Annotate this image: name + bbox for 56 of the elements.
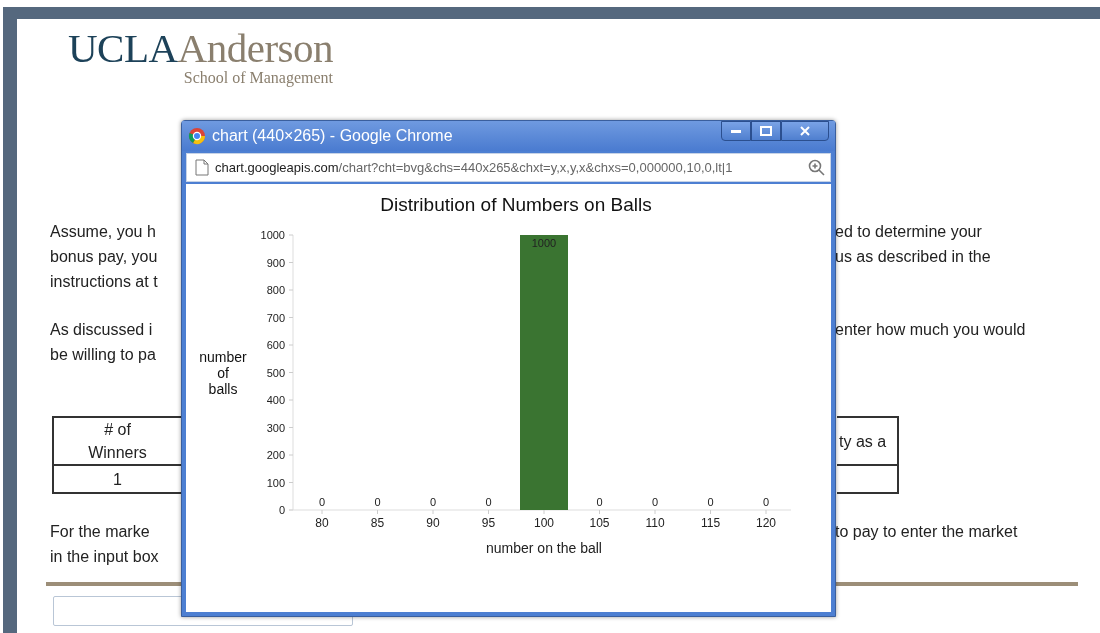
page-icon [195, 159, 209, 177]
paragraph-text: to pay to enter the market [835, 522, 1019, 541]
y-tick-label: 0 [278, 504, 285, 516]
zoom-icon[interactable] [808, 158, 826, 177]
y-tick-label: 500 [266, 366, 285, 379]
data-label: 0 [596, 496, 603, 508]
paragraph-text: Assume, you h [50, 222, 157, 241]
x-tick-label: 100 [534, 516, 554, 530]
x-tick-label: 115 [700, 516, 721, 530]
x-tick-label: 105 [589, 516, 610, 530]
chart-title: Distribution of Numbers on Balls [380, 194, 652, 215]
data-label: 0 [374, 496, 381, 508]
y-tick-label: 900 [266, 256, 285, 269]
y-tick-label: 400 [266, 394, 285, 406]
y-tick-label: 700 [266, 311, 285, 324]
close-button[interactable] [781, 121, 829, 141]
browser-logo-icon [188, 127, 206, 146]
data-label: 0 [485, 496, 492, 508]
y-tick-label: 200 [266, 449, 285, 461]
y-tick-label: 600 [266, 339, 285, 351]
y-tick-label: 1000 [260, 229, 285, 241]
y-tick-label: 300 [266, 421, 285, 434]
data-label: 0 [707, 496, 714, 508]
url-text: chart.googleapis.com/chart?cht=bvg&chs=440x265&chxt=y,x,y,x&chxs=0,000000,10,0,lt|1 [215, 160, 734, 176]
data-label: 0 [318, 496, 326, 508]
paragraph-text: As discussed i [50, 320, 154, 339]
y-tick-label: 100 [266, 476, 285, 489]
data-label: 1000 [531, 237, 557, 249]
minimize-icon [731, 129, 741, 133]
minimize-button[interactable] [721, 121, 751, 141]
x-tick-label: 90 [426, 516, 440, 530]
x-tick-label: 110 [645, 516, 665, 530]
address-bar[interactable]: chart.googleapis.com/chart?cht=bvg&chs=440x265&chxt=y,x,y,x&chxs=0,000000,10,0,lt|1 [186, 153, 831, 182]
close-icon [800, 126, 810, 136]
paragraph-text: instructions at t [50, 272, 159, 291]
paragraph-text: us as described in the [835, 247, 992, 266]
y-axis-title: number of balls [199, 349, 247, 397]
x-tick-label: 85 [370, 516, 385, 530]
data-label: 0 [651, 496, 659, 508]
paragraph-text: enter how much you would [835, 320, 1027, 339]
paragraph-text: bonus pay, you [50, 247, 159, 266]
x-axis-title: number on the ball [486, 540, 602, 556]
maximize-icon [760, 126, 772, 136]
data-label: 0 [762, 496, 770, 508]
logo-tagline: School of Management [183, 69, 334, 87]
paragraph-text: ed to determine your [835, 222, 983, 241]
x-tick-label: 120 [756, 516, 776, 530]
window-title: chart (440×265) - Google Chrome [212, 127, 454, 146]
maximize-button[interactable] [751, 121, 781, 141]
logo: UCLAAnderson [68, 27, 334, 69]
x-tick-label: 80 [315, 516, 329, 530]
x-tick-label: 95 [481, 516, 496, 530]
data-label: 0 [429, 496, 437, 508]
paragraph-text: in the input box [50, 547, 160, 566]
y-tick-label: 800 [266, 284, 285, 296]
paragraph-text: For the marke [50, 522, 151, 541]
